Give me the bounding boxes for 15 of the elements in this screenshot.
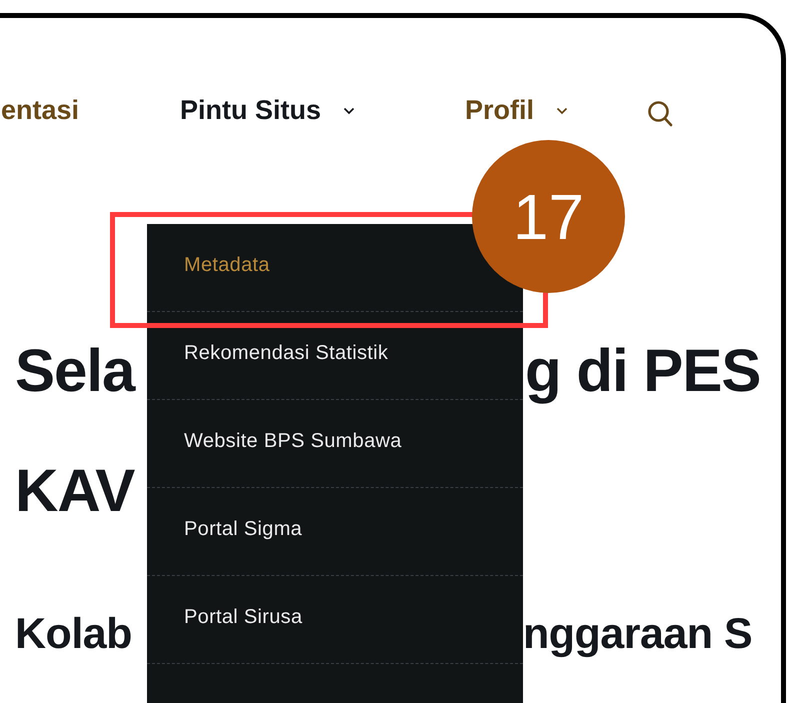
- step-badge: 17: [472, 140, 625, 293]
- menu-item[interactable]: Metadata: [184, 254, 270, 277]
- page-heading: Sela: [15, 336, 136, 404]
- nav-link[interactable]: Profil: [465, 95, 568, 126]
- menu-item[interactable]: Website BPS Sumbawa: [184, 430, 402, 453]
- menu-item[interactable]: Portal Sigma: [184, 518, 302, 541]
- page-heading: KAV: [15, 456, 136, 524]
- nav-link[interactable]: Pintu Situs: [180, 95, 355, 126]
- page-heading: g di PES: [525, 336, 762, 404]
- nav-link[interactable]: entasi: [1, 95, 80, 126]
- menu-item[interactable]: Rekomendasi Statistik: [184, 342, 388, 365]
- menu-item[interactable]: Portal Sirusa: [184, 606, 302, 629]
- page-subheading: Kolab: [15, 610, 133, 658]
- page-subheading: nggaraan S: [523, 610, 754, 658]
- search-icon[interactable]: [647, 100, 673, 128]
